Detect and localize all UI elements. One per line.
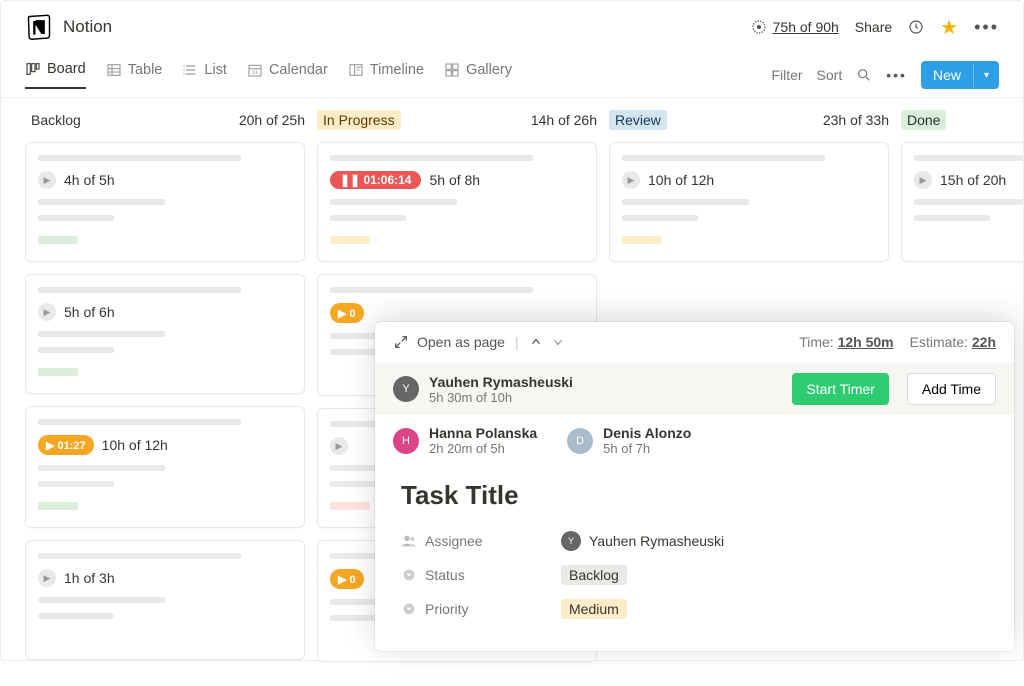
calendar-icon: 31 <box>247 62 263 78</box>
play-button[interactable]: ▶ <box>622 171 640 189</box>
avatar: Y <box>561 531 581 551</box>
next-chevron-icon[interactable] <box>551 335 565 349</box>
play-button[interactable]: ▶ 0 <box>330 303 364 323</box>
play-button[interactable]: ▶ <box>914 171 932 189</box>
view-list[interactable]: List <box>182 61 227 89</box>
toolbar-more-icon[interactable]: ••• <box>886 67 907 83</box>
view-timeline[interactable]: Timeline <box>348 61 424 89</box>
card-time: 1h of 3h <box>64 570 115 586</box>
app-title: Notion <box>63 17 112 37</box>
task-card[interactable]: ▶ 4h of 5h <box>25 142 305 262</box>
clock-icon[interactable] <box>908 19 924 35</box>
star-icon[interactable]: ★ <box>940 15 958 40</box>
play-button[interactable]: ▶ <box>38 171 56 189</box>
task-card[interactable]: ❚❚ 01:06:14 5h of 8h <box>317 142 597 262</box>
timer-icon <box>751 19 767 35</box>
column-time: 23h of 33h <box>823 112 889 128</box>
priority-icon <box>401 601 417 617</box>
table-icon <box>106 62 122 78</box>
avatar: Y <box>393 376 419 402</box>
column-name: Backlog <box>25 110 87 130</box>
toolbar: Board Table List 31Calendar Timeline Gal… <box>1 53 1023 98</box>
gallery-icon <box>444 62 460 78</box>
avatar: H <box>393 428 419 454</box>
board-icon <box>25 61 41 77</box>
time-summary[interactable]: 75h of 90h <box>751 19 839 35</box>
expand-icon <box>393 334 409 350</box>
prop-status[interactable]: Status Backlog <box>401 565 988 585</box>
card-time: 4h of 5h <box>64 172 115 188</box>
tag <box>330 636 370 644</box>
column-name: Done <box>901 110 946 130</box>
new-button[interactable]: New ▾ <box>921 61 999 89</box>
tag <box>622 236 662 244</box>
timeline-icon <box>348 62 364 78</box>
play-button[interactable]: ▶ 0 <box>330 569 364 589</box>
prop-assignee[interactable]: Assignee YYauhen Rymasheuski <box>401 531 988 551</box>
view-table[interactable]: Table <box>106 61 163 89</box>
play-button[interactable]: ▶ 01:27 <box>38 435 94 455</box>
assignee-name: Denis Alonzo <box>603 425 691 441</box>
filter-button[interactable]: Filter <box>771 67 802 83</box>
start-timer-button[interactable]: Start Timer <box>792 373 888 405</box>
estimate-stat[interactable]: Estimate: 22h <box>910 334 996 350</box>
svg-text:31: 31 <box>252 70 258 76</box>
card-time: 15h of 20h <box>940 172 1006 188</box>
assignee-time: 5h 30m of 10h <box>429 390 573 405</box>
assignee-primary-row: Y Yauhen Rymasheuski 5h 30m of 10h Start… <box>375 363 1014 415</box>
play-button[interactable]: ▶ <box>330 437 348 455</box>
tag <box>38 236 78 244</box>
prev-chevron-icon[interactable] <box>529 335 543 349</box>
column-time: 20h of 25h <box>239 112 305 128</box>
notion-logo-icon <box>25 13 53 41</box>
column-time: 14h of 26h <box>531 112 597 128</box>
assignee-name: Hanna Polanska <box>429 425 537 441</box>
task-card[interactable]: ▶ 5h of 6h <box>25 274 305 394</box>
time-stat[interactable]: Time: 12h 50m <box>799 334 893 350</box>
task-card[interactable]: ▶ 15h of 20h <box>901 142 1023 262</box>
tag <box>330 370 370 378</box>
task-panel: Open as page | Time: 12h 50m Estimate: 2… <box>375 322 1014 651</box>
open-as-page-button[interactable]: Open as page <box>393 334 505 350</box>
view-board[interactable]: Board <box>25 61 86 89</box>
card-time: 5h of 8h <box>429 172 480 188</box>
task-card[interactable]: ▶ 10h of 12h <box>609 142 889 262</box>
assignee-time: 2h 20m of 5h <box>429 441 537 456</box>
assignee-time: 5h of 7h <box>603 441 691 456</box>
view-calendar[interactable]: 31Calendar <box>247 61 328 89</box>
tag <box>914 236 954 244</box>
prop-priority[interactable]: Priority Medium <box>401 599 988 619</box>
tag <box>38 634 78 642</box>
task-card[interactable]: ▶ 01:27 10h of 12h <box>25 406 305 528</box>
list-icon <box>182 62 198 78</box>
person-icon <box>401 533 417 549</box>
column-name: In Progress <box>317 110 401 130</box>
task-title[interactable]: Task Title <box>401 480 988 511</box>
task-card[interactable]: ▶ 1h of 3h <box>25 540 305 660</box>
view-gallery[interactable]: Gallery <box>444 61 512 89</box>
tag <box>38 368 78 376</box>
assignee-name: Yauhen Rymasheuski <box>429 374 573 390</box>
more-icon[interactable]: ••• <box>974 17 999 38</box>
search-icon[interactable] <box>856 67 872 83</box>
tag <box>330 502 370 510</box>
play-button[interactable]: ▶ <box>38 569 56 587</box>
status-icon <box>401 567 417 583</box>
board-column: Backlog 20h of 25h ▶ 4h of 5h ▶ 5h of 6h ▶ 01:… <box>25 110 305 674</box>
add-time-button[interactable]: Add Time <box>907 373 996 405</box>
header: Notion 75h of 90h Share ★ ••• <box>1 1 1023 53</box>
play-button[interactable]: ▶ <box>38 303 56 321</box>
tag <box>38 502 78 510</box>
timer-pill[interactable]: ❚❚ 01:06:14 <box>330 171 421 189</box>
tag <box>330 236 370 244</box>
card-time: 10h of 12h <box>102 437 168 453</box>
column-name: Review <box>609 110 667 130</box>
avatar: D <box>567 428 593 454</box>
assignee-secondary-row: H Hanna Polanska 2h 20m of 5h D Denis Al… <box>375 415 1014 466</box>
chevron-down-icon[interactable]: ▾ <box>973 64 999 87</box>
sort-button[interactable]: Sort <box>817 67 843 83</box>
card-time: 5h of 6h <box>64 304 115 320</box>
card-time: 10h of 12h <box>648 172 714 188</box>
share-link[interactable]: Share <box>855 19 892 35</box>
